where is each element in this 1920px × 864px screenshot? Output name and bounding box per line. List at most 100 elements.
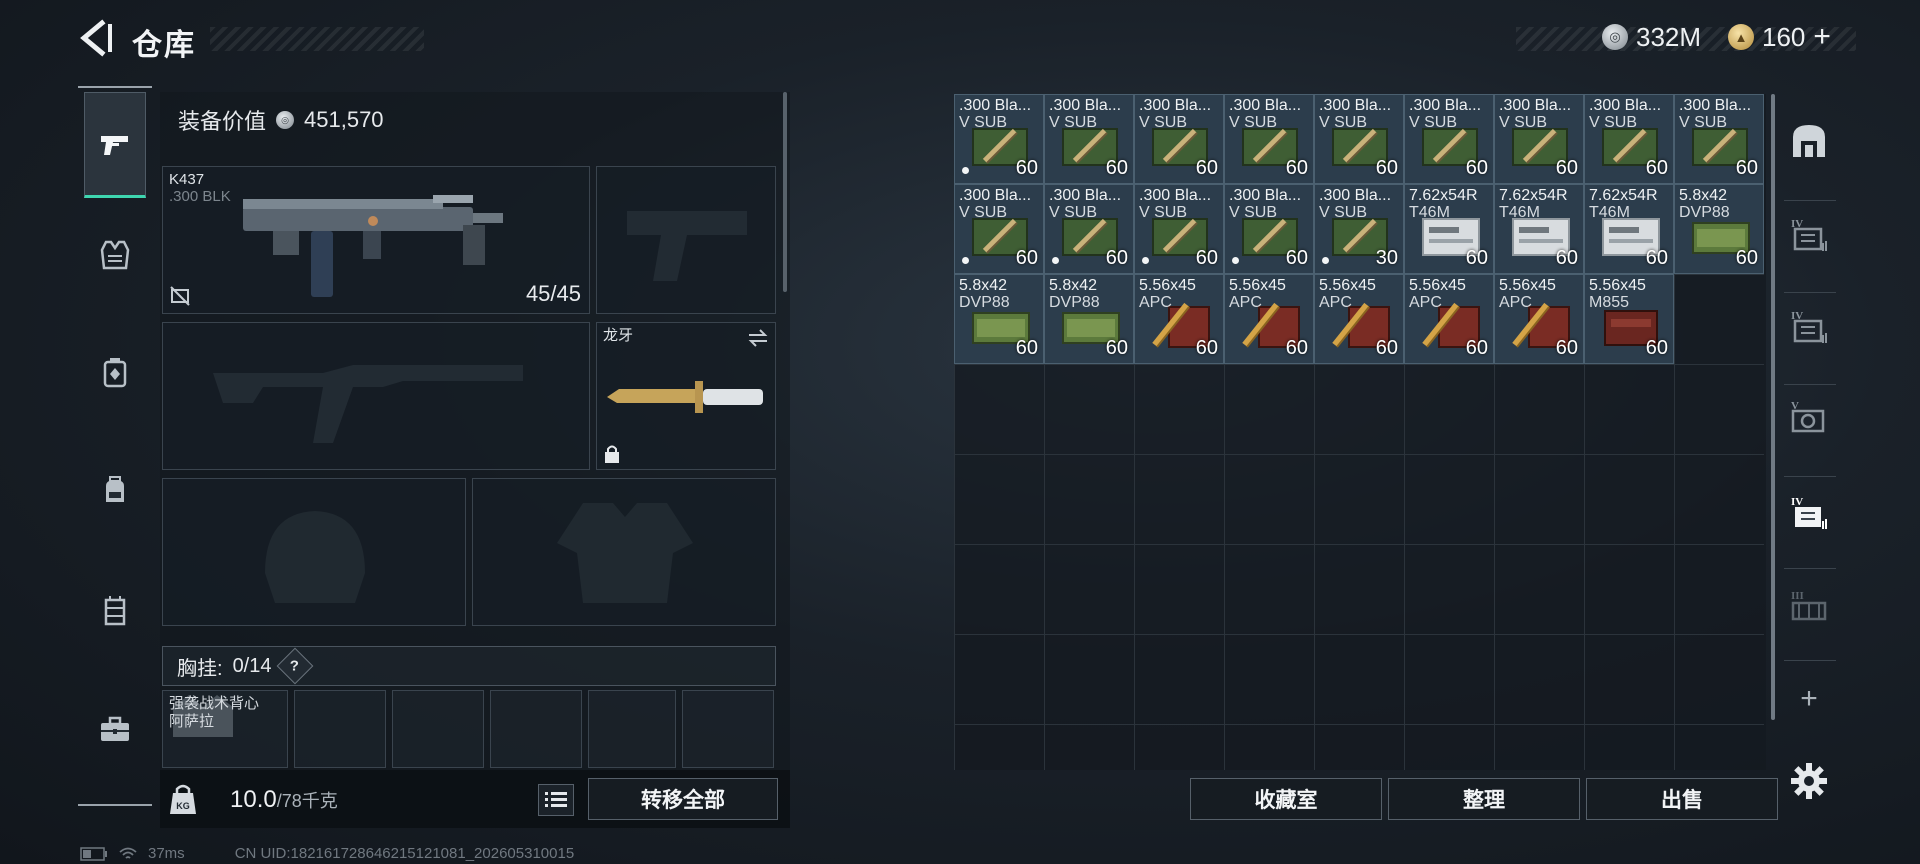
battery-icon xyxy=(80,846,107,861)
item-name: .300 Bla... xyxy=(959,187,1032,204)
item-variant: T46M xyxy=(1499,204,1540,221)
storage-item-cell[interactable]: 7.62x54R T46M 60 xyxy=(1494,184,1584,274)
item-name: 7.62x54R xyxy=(1409,187,1478,204)
category-armor[interactable] xyxy=(86,220,144,290)
weapon-ammo: 45/45 xyxy=(525,281,581,306)
storage-item-cell[interactable]: .300 Bla... V SUB 60 xyxy=(1134,184,1224,274)
storage-item-cell[interactable]: .300 Bla... V SUB 60 xyxy=(954,184,1044,274)
helmet-slot[interactable] xyxy=(162,478,466,626)
category-supplies[interactable] xyxy=(86,694,144,764)
gold-plus[interactable]: + xyxy=(1813,20,1831,54)
item-count: 60 xyxy=(1015,247,1038,269)
gear-icon xyxy=(1791,763,1827,799)
primary-weapon-slot[interactable]: K437 .300 BLK 45/45 xyxy=(162,166,590,314)
vest-icon xyxy=(100,240,130,270)
storage-item-cell[interactable]: .300 Bla... V SUB 60 xyxy=(1494,94,1584,184)
no-attachment-icon xyxy=(170,286,190,306)
storage-item-cell[interactable]: .300 Bla... V SUB 60 xyxy=(1584,94,1674,184)
rig-cell[interactable] xyxy=(490,690,582,768)
container-iv-active[interactable]: IV xyxy=(1786,490,1832,536)
container-iv-2[interactable]: IV xyxy=(1786,304,1832,350)
swap-icon[interactable] xyxy=(747,327,769,349)
secondary-weapon-slot[interactable] xyxy=(162,322,590,470)
storage-item-cell[interactable]: .300 Bla... V SUB 60 xyxy=(1224,184,1314,274)
category-rig[interactable] xyxy=(86,576,144,646)
item-count: 60 xyxy=(1015,157,1038,179)
category-backpack[interactable] xyxy=(86,456,144,526)
container-vault[interactable] xyxy=(1786,118,1832,164)
item-variant: APC xyxy=(1409,294,1442,311)
storage-item-cell[interactable]: .300 Bla... V SUB 60 xyxy=(1044,94,1134,184)
category-weapons[interactable] xyxy=(84,92,146,198)
pistol-icon xyxy=(101,136,128,155)
item-name: 5.56x45 xyxy=(1229,277,1286,294)
storage-item-cell[interactable]: 5.56x45 APC 60 xyxy=(1314,274,1404,364)
item-variant: V SUB xyxy=(1229,204,1278,221)
rig-cell[interactable] xyxy=(588,690,676,768)
storage-item-cell[interactable]: 7.62x54R T46M 60 xyxy=(1404,184,1494,274)
storage-item-cell[interactable]: .300 Bla... V SUB 60 xyxy=(954,94,1044,184)
item-count: 60 xyxy=(1555,157,1578,179)
silver-currency[interactable]: ◎ 332M xyxy=(1602,20,1701,54)
storage-item-cell[interactable]: .300 Bla... V SUB 60 xyxy=(1134,94,1224,184)
sort-button[interactable]: 整理 xyxy=(1388,778,1580,820)
storage-item-cell[interactable]: 5.56x45 M855 60 xyxy=(1584,274,1674,364)
storage-item-cell[interactable]: 5.56x45 APC 60 xyxy=(1134,274,1224,364)
armor-plate-icon xyxy=(103,358,127,388)
storage-item-cell[interactable]: 5.56x45 APC 60 xyxy=(1224,274,1314,364)
item-count: 60 xyxy=(1555,337,1578,359)
storage-scrollbar[interactable] xyxy=(1771,94,1775,720)
equipment-scrollbar[interactable] xyxy=(783,92,787,292)
item-variant: APC xyxy=(1499,294,1532,311)
storage-item-cell[interactable]: 7.62x54R T46M 60 xyxy=(1584,184,1674,274)
item-variant: V SUB xyxy=(1229,114,1278,131)
rig-cell[interactable] xyxy=(682,690,774,768)
item-count: 60 xyxy=(1465,337,1488,359)
storage-item-cell[interactable]: 5.8x42 DVP88 60 xyxy=(1674,184,1764,274)
container-iv-1[interactable]: IV xyxy=(1786,212,1832,258)
container-v[interactable]: V xyxy=(1786,394,1832,440)
item-count: 60 xyxy=(1105,157,1128,179)
back-button[interactable] xyxy=(76,18,116,58)
settings-button[interactable] xyxy=(1786,758,1832,804)
storage-item-cell[interactable]: .300 Bla... V SUB 60 xyxy=(1224,94,1314,184)
list-view-button[interactable] xyxy=(538,784,574,816)
item-variant: V SUB xyxy=(1319,204,1368,221)
sell-button[interactable]: 出售 xyxy=(1586,778,1778,820)
melee-name: 龙牙 xyxy=(603,327,634,344)
storage-item-cell[interactable]: 5.56x45 APC 60 xyxy=(1404,274,1494,364)
equipment-value-amount: 451,570 xyxy=(304,107,384,132)
rig-item-slot[interactable]: 强袭战术背心 阿萨拉 xyxy=(162,690,288,768)
collection-room-button[interactable]: 收藏室 xyxy=(1190,778,1382,820)
gold-currency[interactable]: ▲ 160 + xyxy=(1728,20,1831,54)
rig-cell[interactable] xyxy=(294,690,386,768)
item-count: 60 xyxy=(1735,157,1758,179)
add-container-button[interactable]: + xyxy=(1786,676,1832,722)
item-variant: APC xyxy=(1139,294,1172,311)
storage-item-cell[interactable]: .300 Bla... V SUB 60 xyxy=(1674,94,1764,184)
rig-cell[interactable] xyxy=(392,690,484,768)
storage-item-cell[interactable]: .300 Bla... V SUB 60 xyxy=(1044,184,1134,274)
storage-item-cell[interactable]: 5.8x42 DVP88 60 xyxy=(954,274,1044,364)
storage-item-cell[interactable]: .300 Bla... V SUB 60 xyxy=(1404,94,1494,184)
category-rail xyxy=(78,86,152,806)
lock-icon xyxy=(605,445,619,463)
item-variant: APC xyxy=(1319,294,1352,311)
item-name: .300 Bla... xyxy=(1139,187,1212,204)
melee-slot[interactable]: 龙牙 xyxy=(596,322,776,470)
item-name: .300 Bla... xyxy=(1139,97,1212,114)
storage-item-cell[interactable]: 5.56x45 APC 60 xyxy=(1494,274,1584,364)
item-variant: M855 xyxy=(1589,294,1630,311)
rail-bottom-divider xyxy=(78,804,152,806)
category-plates[interactable] xyxy=(86,338,144,408)
storage-item-cell[interactable]: .300 Bla... V SUB 30 xyxy=(1314,184,1404,274)
pistol-slot[interactable] xyxy=(596,166,776,314)
help-icon[interactable]: ? xyxy=(276,647,313,685)
item-variant: V SUB xyxy=(1139,114,1188,131)
body-armor-slot[interactable] xyxy=(472,478,776,626)
storage-item-cell[interactable]: 5.8x42 DVP88 60 xyxy=(1044,274,1134,364)
item-name: 7.62x54R xyxy=(1499,187,1568,204)
storage-item-cell[interactable]: .300 Bla... V SUB 60 xyxy=(1314,94,1404,184)
container-iii[interactable]: III xyxy=(1786,584,1832,630)
transfer-all-button[interactable]: 转移全部 xyxy=(588,778,778,820)
